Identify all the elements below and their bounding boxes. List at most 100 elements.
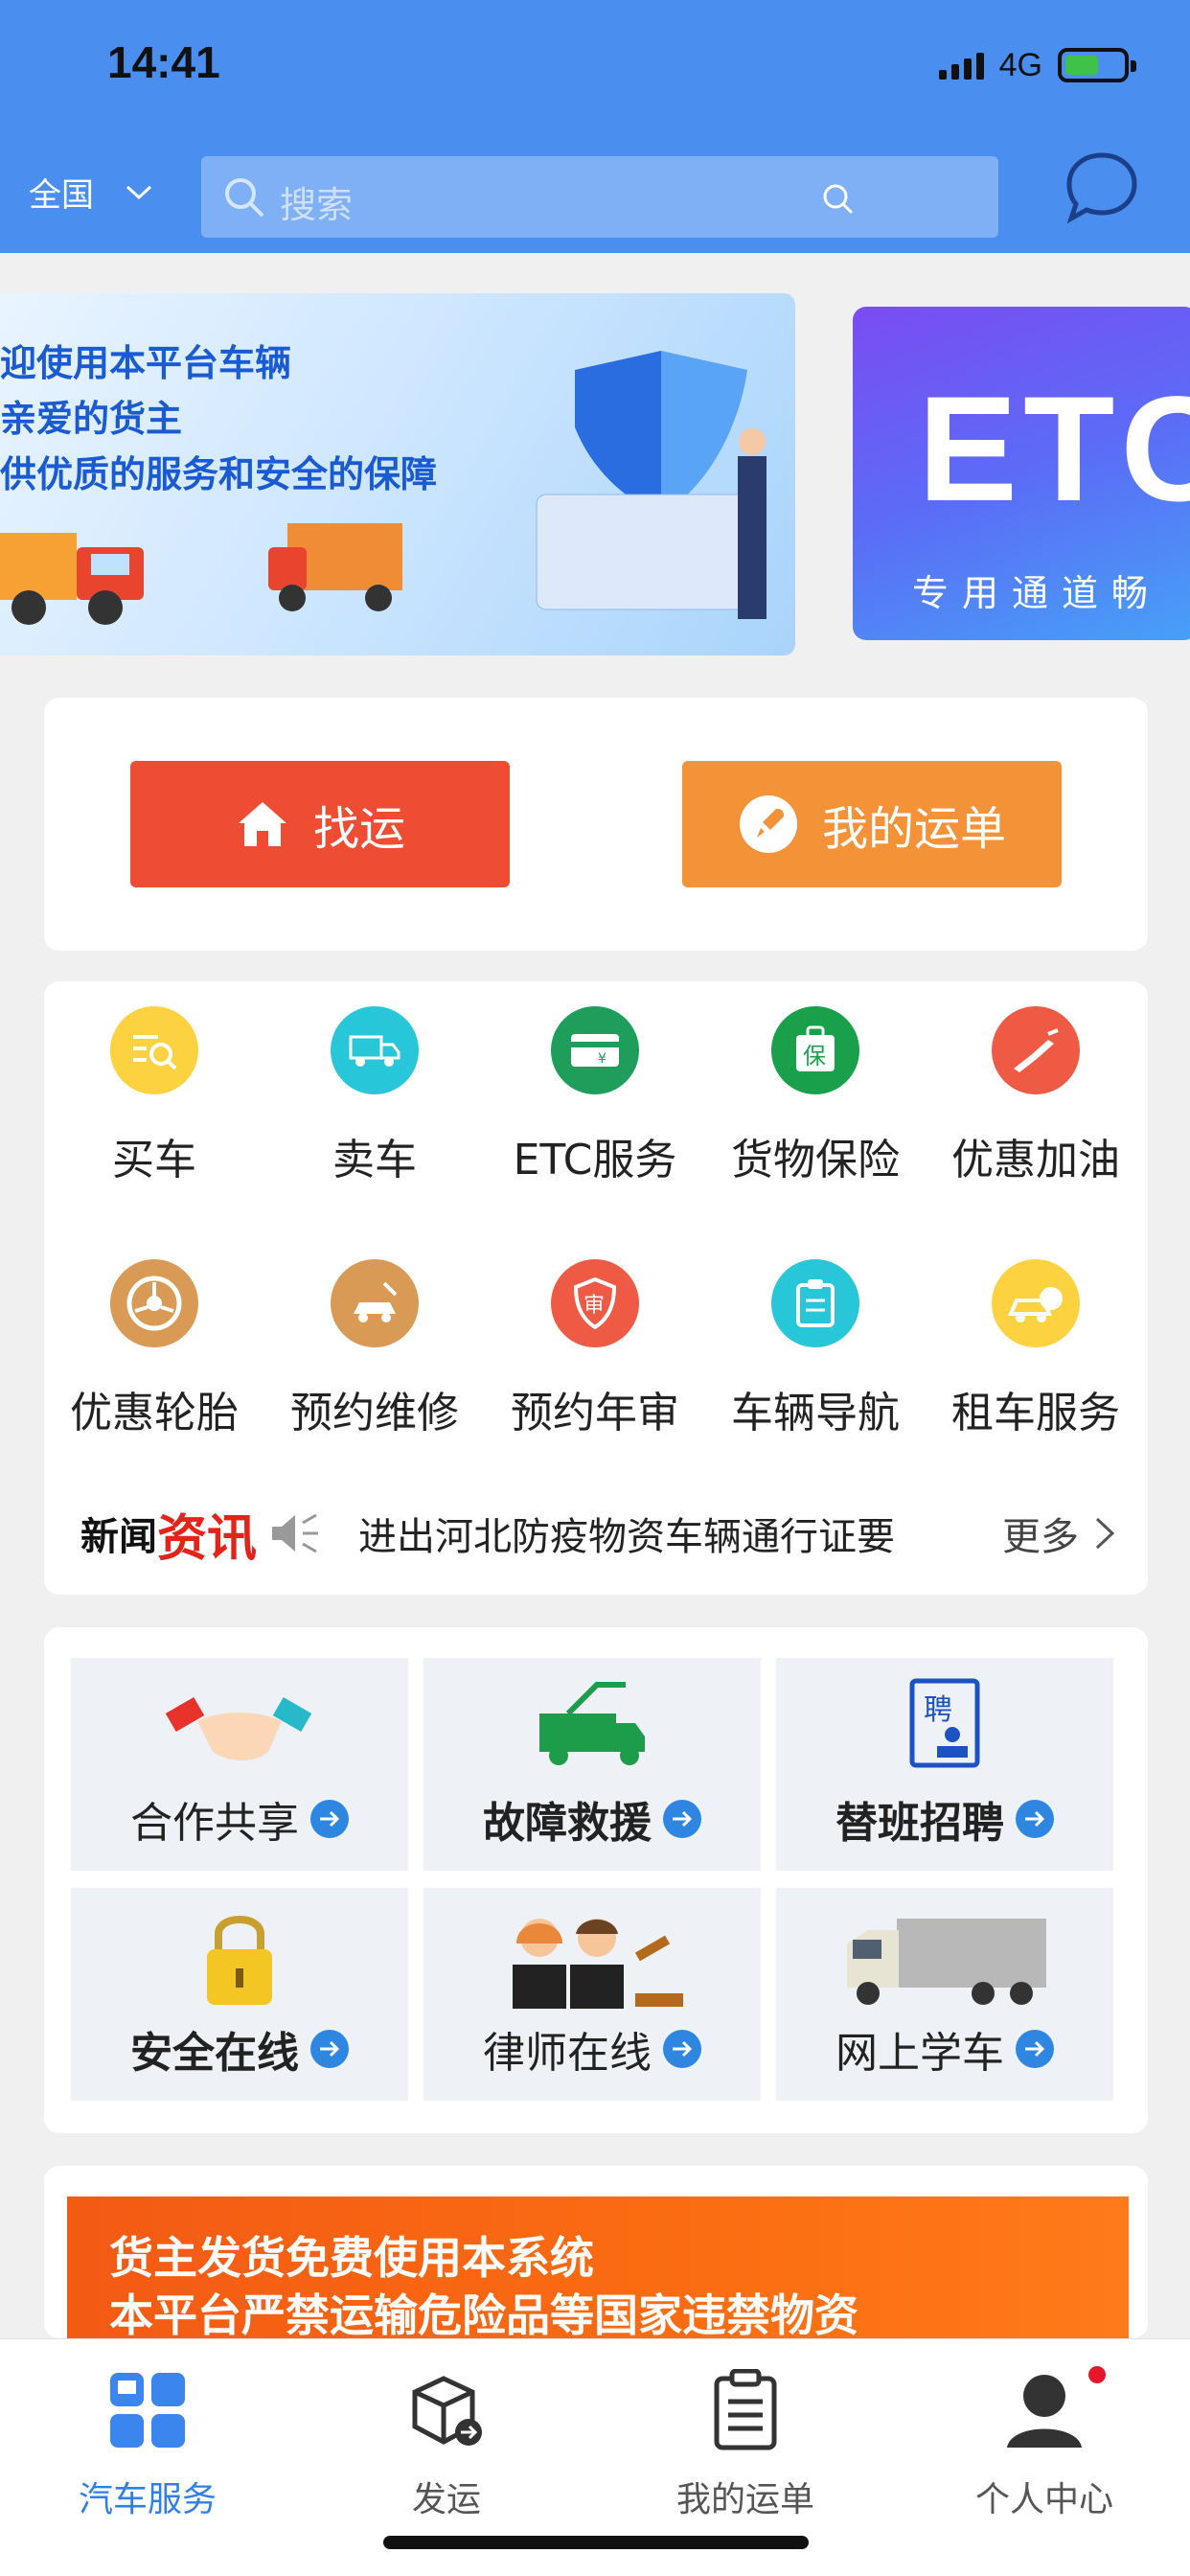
notice-line-2: 本平台严禁运输危险品等国家违禁物资: [109, 2289, 858, 2340]
notification-dot: [1088, 2366, 1106, 2383]
grid-icon: [110, 2373, 185, 2448]
orders-label: 我的运单: [821, 802, 1006, 856]
notice-banner[interactable]: 货主发货免费使用本系统 本平台严禁运输危险品等国家违禁物资: [67, 2196, 1129, 2340]
region-selector[interactable]: 全国: [29, 169, 153, 216]
notice-line-1: 货主发货免费使用本系统: [109, 2232, 594, 2284]
service-label: 车辆导航: [731, 1389, 900, 1438]
insurance-icon: 保: [771, 1006, 859, 1094]
fuel-nozzle-icon: [992, 1006, 1080, 1094]
service-label: 优惠加油: [951, 1136, 1120, 1184]
clipboard-icon: [771, 1259, 859, 1347]
status-icons: 4G: [938, 42, 1136, 88]
news-headline[interactable]: 进出河北防疫物资车辆通行证要: [358, 1506, 1002, 1561]
battery-icon: [1058, 48, 1136, 82]
tab-label: 汽车服务: [78, 2480, 217, 2519]
feature-lawyer[interactable]: 律师在线: [423, 1888, 761, 2101]
service-label: 货物保险: [731, 1136, 900, 1184]
lawyers-icon: [513, 1919, 683, 2009]
service-insurance[interactable]: 保 货物保险: [705, 1006, 926, 1186]
banner-line-3: 供优质的服务和安全的保障: [0, 453, 438, 495]
tab-label: 个人中心: [974, 2480, 1113, 2519]
home-indicator: [383, 2536, 809, 2549]
semi-truck-icon: [847, 1919, 1046, 2005]
repair-icon: [331, 1259, 419, 1347]
truck-icon: [331, 1006, 419, 1094]
network-label: 4G: [998, 46, 1042, 83]
service-buy-car[interactable]: 买车: [44, 1006, 264, 1186]
home-icon: [238, 802, 286, 846]
svg-text:保: 保: [803, 1043, 826, 1070]
etc-banner[interactable]: ETC 专用通道畅: [853, 307, 1190, 640]
more-label: 更多: [1002, 1515, 1079, 1559]
clipboard-list-icon: [714, 2369, 777, 2450]
header: 14:41 4G 全国 搜索: [0, 0, 1190, 253]
feature-driving-school[interactable]: 网上学车: [776, 1888, 1113, 2101]
rocket-icon: [739, 795, 797, 853]
search-input[interactable]: 搜索: [201, 156, 998, 238]
service-tires[interactable]: 优惠轮胎: [44, 1259, 264, 1439]
news-more-link[interactable]: 更多: [1002, 1506, 1115, 1561]
arrow-right-icon: [310, 1800, 349, 1838]
feature-label: 律师在线: [483, 2029, 652, 2078]
feature-cooperation[interactable]: 合作共享: [71, 1658, 408, 1871]
arrow-right-icon: [1016, 2030, 1054, 2068]
inspection-shield-icon: 审: [551, 1259, 639, 1347]
service-label: ETC服务: [513, 1136, 677, 1184]
promo-banner[interactable]: 迎使用本平台车辆 亲爱的货主 供优质的服务和安全的保障: [0, 293, 795, 656]
services-card: 买车 卖车 ¥ ETC服务 保 货物保险 优惠加油 优惠轮胎 预约维修 审 预约…: [44, 981, 1148, 1595]
tire-icon: [110, 1259, 198, 1347]
message-icon[interactable]: [1064, 150, 1140, 226]
search-placeholder: 搜索: [280, 184, 354, 226]
find-shipment-button[interactable]: 找运: [130, 761, 510, 887]
feature-rescue[interactable]: 故障救援: [423, 1658, 761, 1871]
quick-actions-card: 找运 我的运单: [44, 698, 1148, 951]
search-submit-icon[interactable]: [820, 181, 855, 216]
tab-my-orders[interactable]: 我的运单: [621, 2362, 870, 2521]
etc-subtitle: 专用通道畅: [912, 572, 1162, 614]
news-ticker[interactable]: 新闻 资讯 进出河北防疫物资车辆通行证要 更多: [80, 1499, 1115, 1568]
banner-text: 迎使用本平台车辆 亲爱的货主 供优质的服务和安全的保障: [0, 335, 437, 502]
status-time: 14:41: [107, 37, 220, 87]
service-label: 买车: [112, 1136, 196, 1184]
svg-text:¥: ¥: [598, 1051, 606, 1067]
my-orders-button[interactable]: 我的运单: [682, 761, 1062, 887]
find-label: 找运: [312, 802, 405, 856]
service-navigation[interactable]: 车辆导航: [705, 1259, 926, 1439]
news-label-a: 新闻: [80, 1514, 157, 1559]
package-icon: [412, 2376, 482, 2446]
service-inspection[interactable]: 审 预约年审: [485, 1259, 705, 1439]
service-etc[interactable]: ¥ ETC服务: [485, 1006, 705, 1186]
feature-label: 网上学车: [835, 2029, 1004, 2078]
service-fuel[interactable]: 优惠加油: [926, 1006, 1146, 1186]
etc-card-icon: ¥: [551, 1006, 639, 1094]
svg-text:聘: 聘: [924, 1693, 952, 1727]
user-icon: [1007, 2375, 1082, 2448]
tab-profile[interactable]: 个人中心: [920, 2362, 1169, 2521]
speaker-icon: [272, 1513, 319, 1553]
chevron-right-icon: [1095, 1517, 1115, 1550]
recruit-icon: 聘: [909, 1678, 980, 1768]
service-label: 优惠轮胎: [70, 1389, 239, 1438]
service-label: 预约年审: [511, 1389, 679, 1438]
service-sell-car[interactable]: 卖车: [264, 1006, 485, 1186]
etc-title: ETC: [918, 366, 1190, 533]
banner-line-2: 亲爱的货主: [0, 398, 183, 440]
news-label-b: 资讯: [157, 1508, 258, 1568]
service-repair[interactable]: 预约维修: [264, 1259, 485, 1439]
banner-line-1: 迎使用本平台车辆: [0, 342, 292, 384]
handshake-icon: [165, 1696, 312, 1760]
feature-recruit[interactable]: 聘 替班招聘: [776, 1658, 1113, 1871]
arrow-right-icon: [310, 2030, 349, 2068]
tab-car-service[interactable]: 汽车服务: [23, 2362, 272, 2521]
tab-ship[interactable]: 发运: [322, 2362, 571, 2521]
trucks-illustration: [0, 523, 402, 625]
search-icon: [225, 178, 264, 218]
features-card: 合作共享 故障救援 聘 替班招聘 安全在线 律师在线 网上学车: [44, 1627, 1148, 2133]
padlock-icon: [207, 1916, 272, 2005]
svg-text:审: 审: [584, 1294, 605, 1318]
feature-label: 合作共享: [130, 1799, 299, 1848]
service-rental[interactable]: 租车服务: [926, 1259, 1146, 1439]
tow-truck-icon: [539, 1682, 645, 1765]
feature-safety[interactable]: 安全在线: [71, 1888, 408, 2101]
signal-icon: [938, 51, 984, 80]
